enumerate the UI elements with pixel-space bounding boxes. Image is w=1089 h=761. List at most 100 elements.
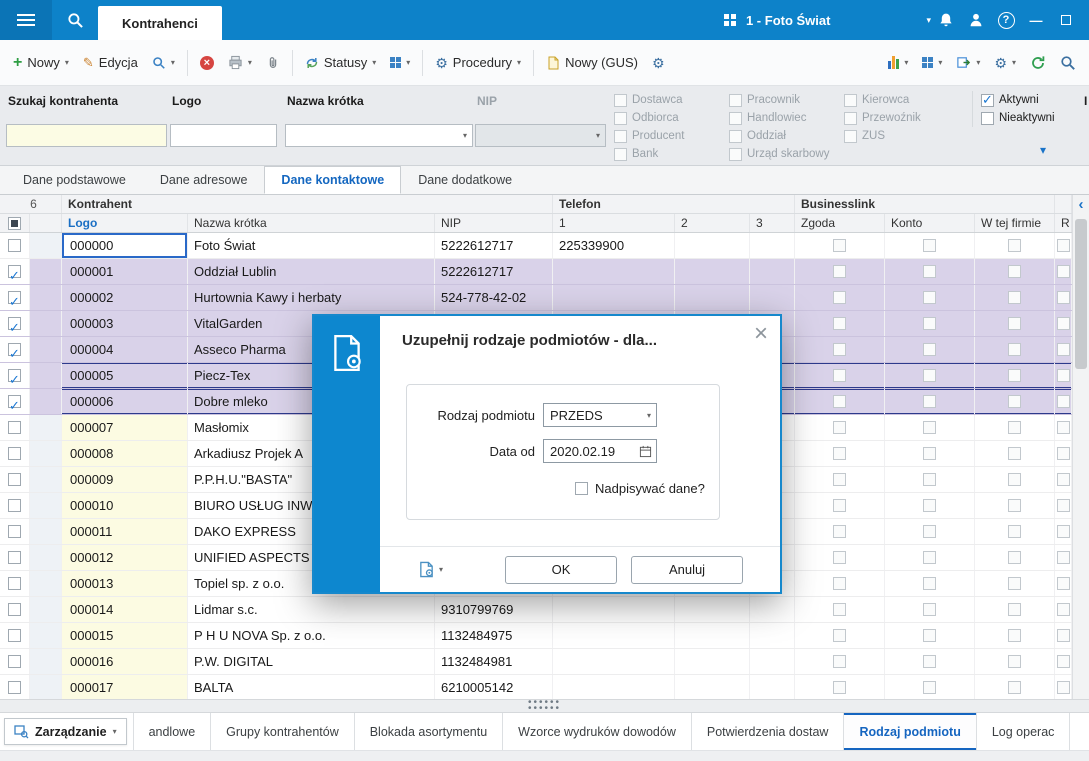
tab-dane-dodatkowe[interactable]: Dane dodatkowe xyxy=(401,166,529,194)
cell-r[interactable] xyxy=(1055,467,1072,492)
collapse-panel-chevron-icon[interactable]: ‹ xyxy=(1073,197,1089,215)
bottom-tab-potwierdzenia-dostaw[interactable]: Potwierdzenia dostaw xyxy=(692,713,845,750)
cell-logo[interactable]: 000011 xyxy=(62,519,188,544)
cell-nip[interactable]: 1132484981 xyxy=(435,649,553,674)
table-row[interactable]: 000001 Oddział Lublin 5222612717 xyxy=(0,259,1072,285)
column-header-konto[interactable]: Konto xyxy=(885,214,975,232)
column-header-telefon-1[interactable]: 1 xyxy=(553,214,675,232)
ok-button[interactable]: OK xyxy=(505,555,618,584)
cell-logo[interactable]: 000003 xyxy=(62,311,188,336)
cell-zgoda[interactable] xyxy=(795,415,885,440)
cell-zgoda[interactable] xyxy=(795,675,885,699)
gus-settings-button[interactable]: ⚙ xyxy=(645,51,672,75)
cell-logo[interactable]: 000013 xyxy=(62,571,188,596)
row-select-cell[interactable] xyxy=(0,623,30,648)
layout-button[interactable]: ▾ xyxy=(915,52,949,73)
cell-konto[interactable] xyxy=(885,311,975,336)
cell-r[interactable] xyxy=(1055,571,1072,596)
refresh-button[interactable] xyxy=(1023,50,1053,76)
cell-w-tej-firmie[interactable] xyxy=(975,545,1055,570)
cell-nip[interactable]: 5222612717 xyxy=(435,259,553,284)
row-checkbox[interactable] xyxy=(8,525,21,538)
cell-zgoda[interactable] xyxy=(795,363,885,388)
row-checkbox[interactable] xyxy=(8,239,21,252)
column-header-r[interactable]: R xyxy=(1055,214,1072,232)
cell-telefon-1[interactable] xyxy=(553,649,675,674)
table-row[interactable]: 000017 BALTA 6210005142 xyxy=(0,675,1072,699)
cell-logo[interactable]: 000015 xyxy=(62,623,188,648)
row-select-cell[interactable] xyxy=(0,519,30,544)
select-all-checkbox[interactable] xyxy=(0,214,30,232)
horizontal-splitter[interactable]: •••••• •••••• xyxy=(0,698,1089,714)
cell-w-tej-firmie[interactable] xyxy=(975,337,1055,362)
row-checkbox[interactable] xyxy=(8,367,21,388)
data-od-input[interactable]: 2020.02.19 xyxy=(543,439,657,463)
chart-view-button[interactable]: ▾ xyxy=(881,51,915,74)
cell-w-tej-firmie[interactable] xyxy=(975,623,1055,648)
cell-telefon-1[interactable] xyxy=(553,675,675,699)
cell-nazwa-krotka[interactable]: P H U NOVA Sp. z o.o. xyxy=(188,623,435,648)
cell-telefon-2[interactable] xyxy=(675,259,750,284)
edit-button[interactable]: ✎ Edycja xyxy=(76,50,145,75)
cell-konto[interactable] xyxy=(885,389,975,414)
cell-zgoda[interactable] xyxy=(795,597,885,622)
cell-r[interactable] xyxy=(1055,363,1072,388)
cell-nazwa-krotka[interactable]: Hurtownia Kawy i herbaty xyxy=(188,285,435,310)
checkbox[interactable] xyxy=(981,92,994,108)
bottom-tab-andlowe[interactable]: andlowe xyxy=(132,713,212,750)
cell-w-tej-firmie[interactable] xyxy=(975,519,1055,544)
row-checkbox[interactable] xyxy=(8,681,21,694)
cell-telefon-1[interactable] xyxy=(553,285,675,310)
cell-telefon-3[interactable] xyxy=(750,649,795,674)
delete-button[interactable]: × xyxy=(193,51,221,75)
row-checkbox[interactable] xyxy=(8,499,21,512)
vertical-scrollbar[interactable]: ‹ xyxy=(1072,195,1089,699)
cell-logo[interactable]: 000009 xyxy=(62,467,188,492)
row-select-cell[interactable] xyxy=(0,545,30,570)
cell-r[interactable] xyxy=(1055,519,1072,544)
cell-logo[interactable]: 000005 xyxy=(62,363,188,388)
cell-w-tej-firmie[interactable] xyxy=(975,389,1055,414)
cell-r[interactable] xyxy=(1055,623,1072,648)
cell-r[interactable] xyxy=(1055,311,1072,336)
tab-dane-podstawowe[interactable]: Dane podstawowe xyxy=(6,166,143,194)
cell-r[interactable] xyxy=(1055,675,1072,699)
cell-telefon-1[interactable] xyxy=(553,623,675,648)
cell-zgoda[interactable] xyxy=(795,545,885,570)
row-select-cell[interactable] xyxy=(0,441,30,466)
cell-r[interactable] xyxy=(1055,233,1072,258)
table-row[interactable]: 000016 P.W. DIGITAL 1132484981 xyxy=(0,649,1072,675)
cell-w-tej-firmie[interactable] xyxy=(975,675,1055,699)
cell-konto[interactable] xyxy=(885,519,975,544)
row-select-cell[interactable] xyxy=(0,233,30,258)
table-row[interactable]: 000000 Foto Świat 5222612717 225339900 xyxy=(0,233,1072,259)
nadpisywac-checkbox[interactable]: Nadpisywać dane? xyxy=(575,481,705,496)
cell-w-tej-firmie[interactable] xyxy=(975,285,1055,310)
cell-r[interactable] xyxy=(1055,389,1072,414)
cell-konto[interactable] xyxy=(885,571,975,596)
bottom-tab-rodzaj-podmiotu[interactable]: Rodzaj podmiotu xyxy=(844,713,977,750)
checkbox[interactable] xyxy=(981,111,994,125)
column-header-nip[interactable]: NIP xyxy=(435,214,553,232)
cell-telefon-2[interactable] xyxy=(675,233,750,258)
cell-logo[interactable]: 000017 xyxy=(62,675,188,699)
cell-r[interactable] xyxy=(1055,259,1072,284)
cell-konto[interactable] xyxy=(885,233,975,258)
menu-icon[interactable] xyxy=(0,0,52,40)
cell-logo[interactable]: 000014 xyxy=(62,597,188,622)
row-checkbox[interactable] xyxy=(8,315,21,336)
cell-telefon-2[interactable] xyxy=(675,285,750,310)
cell-w-tej-firmie[interactable] xyxy=(975,493,1055,518)
column-header-w-tej-firmie[interactable]: W tej firmie xyxy=(975,214,1055,232)
cell-konto[interactable] xyxy=(885,259,975,284)
table-row[interactable]: 000002 Hurtownia Kawy i herbaty 524-778-… xyxy=(0,285,1072,311)
cell-zgoda[interactable] xyxy=(795,259,885,284)
cell-nip[interactable]: 1132484975 xyxy=(435,623,553,648)
cell-r[interactable] xyxy=(1055,597,1072,622)
nazwa-krotka-combo[interactable]: ▾ xyxy=(285,124,473,147)
cell-konto[interactable] xyxy=(885,441,975,466)
table-actions-button[interactable]: ▾ xyxy=(383,52,417,73)
row-checkbox[interactable] xyxy=(8,447,21,460)
company-selector[interactable]: 1 - Foto Świat xyxy=(746,13,831,28)
row-select-cell[interactable] xyxy=(0,649,30,674)
